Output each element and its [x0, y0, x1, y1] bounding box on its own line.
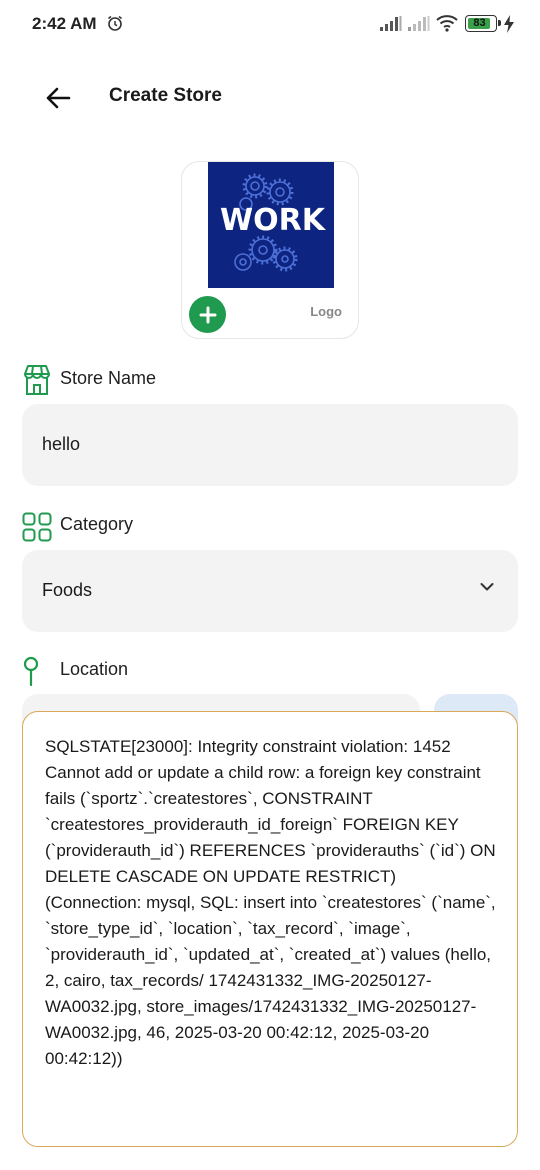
store-name-input[interactable]: hello — [22, 404, 518, 486]
location-pin-icon — [22, 656, 40, 691]
plus-icon — [199, 306, 216, 323]
category-label: Category — [60, 514, 134, 534]
logo-label: Logo — [310, 304, 342, 319]
error-message: SQLSTATE[23000]: Integrity constraint vi… — [45, 737, 501, 1068]
signal-icon — [380, 16, 402, 36]
add-logo-button[interactable] — [189, 296, 226, 333]
location-label: Location — [60, 659, 129, 679]
store-name-value: hello — [42, 434, 81, 454]
chevron-down-icon — [480, 583, 494, 591]
category-select[interactable]: Foods — [22, 550, 518, 632]
grid-icon — [22, 512, 52, 547]
logo-image: WORK — [208, 162, 334, 288]
wifi-icon — [436, 14, 458, 37]
charging-icon — [503, 15, 515, 38]
logo-card[interactable]: WORK Logo — [181, 161, 359, 339]
store-name-label: Store Name — [60, 368, 157, 388]
battery-icon: 83 — [465, 15, 501, 32]
logo-image-text: WORK — [220, 203, 327, 238]
arrow-left-icon — [46, 87, 71, 109]
alarm-icon — [106, 14, 124, 37]
store-icon — [22, 364, 52, 401]
error-toast: SQLSTATE[23000]: Integrity constraint vi… — [22, 711, 518, 1147]
page-title: Create Store — [109, 85, 222, 106]
status-bar: 2:42 AM 83 — [0, 0, 540, 48]
category-value: Foods — [42, 580, 93, 600]
status-time: 2:42 AM — [32, 14, 97, 33]
signal-icon — [408, 16, 430, 36]
back-button[interactable] — [40, 80, 76, 116]
battery-level: 83 — [473, 17, 486, 29]
